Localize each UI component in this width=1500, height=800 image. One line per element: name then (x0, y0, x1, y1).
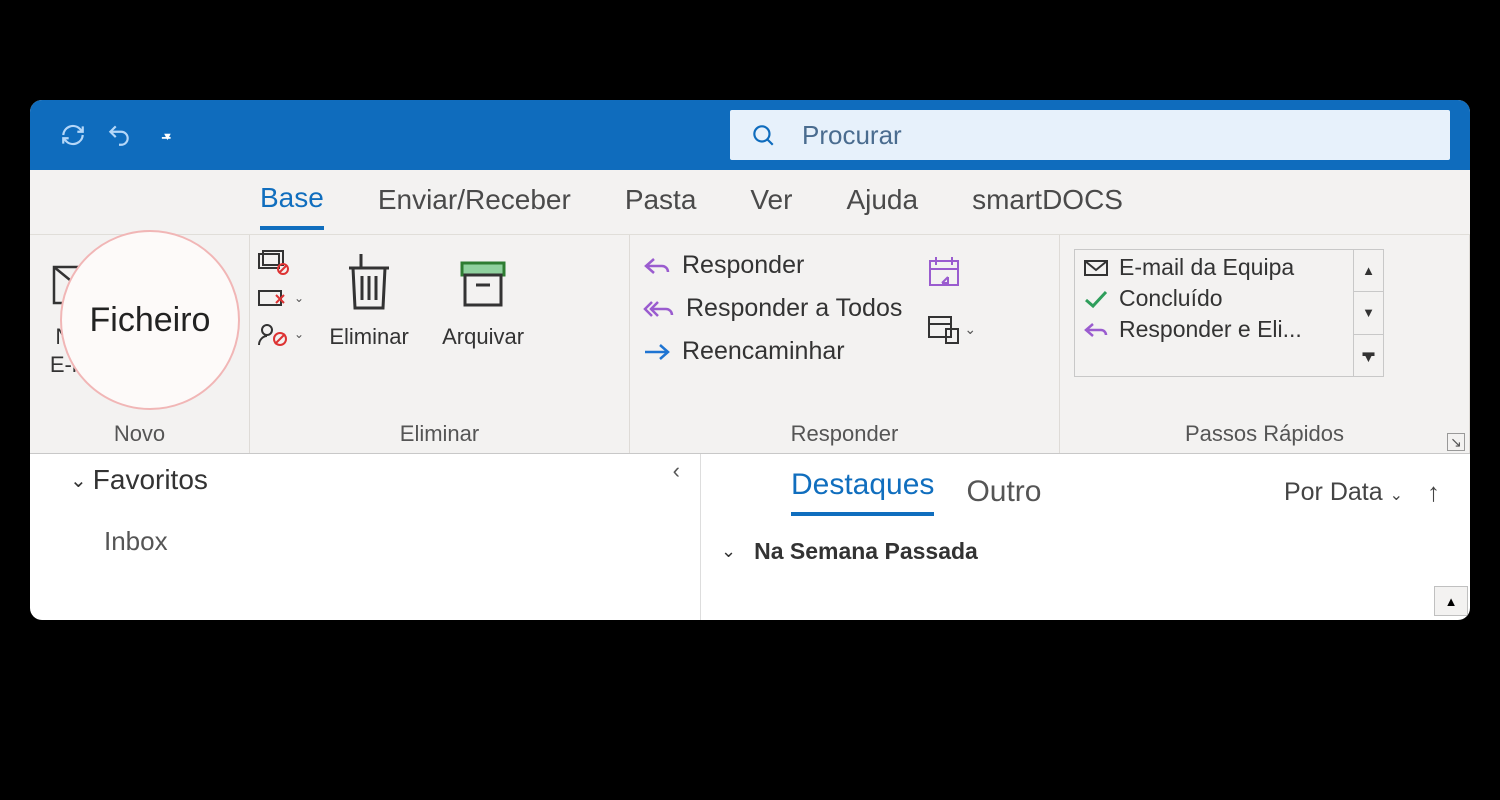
trash-icon (343, 249, 395, 317)
qat-customize-icon[interactable]: ▁▼ (162, 131, 170, 140)
archive-button[interactable]: Arquivar (428, 247, 538, 351)
ribbon: Novo E-mail Novos Itens ⌄ Novo (30, 234, 1470, 454)
quicksteps-scrollbar[interactable]: ▲ ▼ ▬▼ (1353, 250, 1383, 376)
chevron-down-icon: ⌄ (964, 321, 976, 338)
tab-smartdocs[interactable]: smartDOCS (972, 176, 1123, 228)
ribbon-group-eliminar: ⌄ ⌄ Eliminar Arq (250, 235, 630, 453)
dialog-launcher-icon[interactable]: ↘ (1447, 433, 1465, 451)
quickstep-item-team-email[interactable]: E-mail da Equipa (1083, 254, 1345, 281)
tab-other[interactable]: Outro (966, 475, 1041, 509)
group-label-responder: Responder (636, 419, 1053, 451)
chevron-down-icon: ⌄ (1390, 487, 1403, 504)
ribbon-group-quicksteps: E-mail da Equipa Concluído Responder e E… (1060, 235, 1470, 453)
outlook-window: ▁▼ Procurar Base Enviar/Receber Pasta Ve… (30, 100, 1470, 620)
delete-button[interactable]: Eliminar (314, 247, 424, 351)
envelope-icon (1083, 258, 1109, 278)
meeting-button[interactable] (926, 255, 976, 289)
collapse-pane-icon[interactable]: ‹ (673, 458, 680, 484)
title-bar: ▁▼ Procurar (30, 100, 1470, 170)
tab-enviar-receber[interactable]: Enviar/Receber (378, 176, 571, 228)
sync-icon[interactable] (60, 122, 86, 148)
workspace: ‹ ⌄ Favoritos Inbox Destaques Outro Por … (30, 454, 1470, 620)
group-label-novo: Novo (36, 419, 243, 451)
tab-focused[interactable]: Destaques (791, 468, 934, 516)
focused-other-tabs: Destaques Outro Por Data ⌄ ↑ (701, 454, 1470, 516)
forward-button[interactable]: Reencaminhar (642, 337, 902, 366)
chevron-down-icon: ⌄ (70, 468, 87, 493)
ribbon-group-responder: Responder Responder a Todos Reencaminhar (630, 235, 1060, 453)
search-box[interactable]: Procurar (730, 110, 1450, 160)
reply-icon (1083, 320, 1109, 340)
chevron-down-icon: ⌄ (294, 291, 304, 305)
tab-base[interactable]: Base (260, 174, 324, 230)
search-placeholder: Procurar (802, 120, 902, 151)
message-list: Destaques Outro Por Data ⌄ ↑ ⌄ Na Semana… (700, 454, 1470, 620)
undo-icon[interactable] (106, 122, 132, 148)
quickstep-item-done[interactable]: Concluído (1083, 285, 1345, 312)
group-label-eliminar: Eliminar (256, 419, 623, 451)
reply-all-button[interactable]: Responder a Todos (642, 294, 902, 323)
chevron-down-icon: ⌄ (294, 327, 304, 341)
forward-icon (642, 340, 672, 364)
reply-all-icon (642, 297, 676, 321)
gallery-expand-icon[interactable]: ▬▼ (1354, 335, 1383, 376)
search-icon (750, 122, 776, 148)
tab-ajuda[interactable]: Ajuda (846, 176, 918, 228)
cleanup-button[interactable]: ⌄ (256, 285, 304, 311)
archive-icon (456, 249, 510, 317)
quickstep-item-reply-delete[interactable]: Responder e Eli... (1083, 316, 1345, 343)
chevron-down-icon: ⌄ (721, 541, 736, 562)
tab-ver[interactable]: Ver (750, 176, 792, 228)
folder-pane: ‹ ⌄ Favoritos Inbox (30, 454, 700, 620)
check-icon (1083, 289, 1109, 309)
file-tab-label: Ficheiro (90, 301, 211, 340)
reply-button[interactable]: Responder (642, 251, 902, 280)
ribbon-tabs: Base Enviar/Receber Pasta Ver Ajuda smar… (30, 170, 1470, 234)
file-tab-callout[interactable]: Ficheiro (60, 230, 240, 410)
scroll-up-icon[interactable]: ▲ (1354, 250, 1383, 292)
block-sender-button[interactable]: ⌄ (256, 321, 304, 347)
tab-pasta[interactable]: Pasta (625, 176, 697, 228)
more-respond-button[interactable]: ⌄ (926, 313, 976, 345)
group-label-quicksteps: Passos Rápidos (1066, 419, 1463, 451)
folder-inbox[interactable]: Inbox (70, 496, 686, 557)
sort-direction-button[interactable]: ↑ (1427, 477, 1440, 508)
reply-icon (642, 254, 672, 278)
quick-access-toolbar: ▁▼ (60, 122, 170, 148)
sort-by-button[interactable]: Por Data ⌄ (1284, 478, 1403, 507)
ignore-conversation-button[interactable] (256, 249, 304, 275)
date-group-header[interactable]: ⌄ Na Semana Passada (701, 532, 1470, 571)
scroll-down-icon[interactable]: ▼ (1354, 292, 1383, 334)
quicksteps-gallery[interactable]: E-mail da Equipa Concluído Responder e E… (1074, 249, 1384, 377)
favorites-section-header[interactable]: ⌄ Favoritos (70, 464, 686, 496)
scroll-up-button[interactable]: ▲ (1434, 586, 1468, 616)
